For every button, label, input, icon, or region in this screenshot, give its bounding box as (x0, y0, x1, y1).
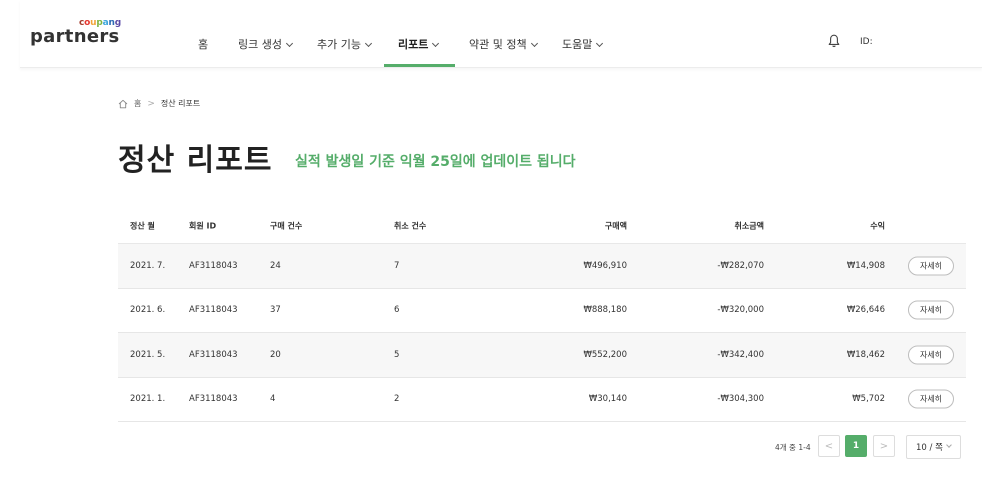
cell-purchase-count: 4 (270, 394, 276, 405)
bell-icon[interactable] (828, 34, 840, 48)
nav-item-help[interactable]: 도움말 (562, 36, 604, 52)
nav-item-label: 도움말 (562, 38, 593, 51)
cell-purchase-amount: ₩30,140 (588, 394, 627, 405)
nav-item-label: 추가 기능 (317, 38, 361, 51)
header-cancel-amount: 취소금액 (734, 221, 764, 230)
page-title: 정산 리포트 (118, 143, 273, 178)
breadcrumb: 홈 > 정산 리포트 (118, 98, 200, 109)
nav-item-label: 약관 및 정책 (469, 38, 527, 51)
table-row: 2021. 1. AF3118043 4 2 ₩30,140 -₩304,300… (118, 378, 966, 422)
chevron-down-icon (530, 39, 538, 48)
active-nav-indicator (384, 64, 455, 67)
detail-button[interactable]: 자세히 (908, 300, 954, 320)
header-member-id: 회원 ID (189, 221, 217, 230)
chevron-down-icon (285, 39, 294, 48)
nav-item-extra-features[interactable]: 추가 기능 (317, 36, 373, 52)
cell-cancel-count: 7 (394, 260, 400, 271)
top-header: coupang partners 홈 링크 생성 추가 기능 리포트 약관 및 … (20, 0, 982, 68)
chevron-down-icon (946, 442, 952, 448)
chevron-down-icon (432, 39, 440, 48)
pagination: 4개 중 1-4 < 1 > 10 / 쪽 (0, 435, 982, 459)
settlement-table: 정산 월 회원 ID 구매 건수 취소 건수 구매액 취소금액 수익 2021.… (118, 208, 966, 422)
cell-cancel-amount: -₩342,400 (717, 349, 764, 360)
header-purchase-count: 구매 건수 (270, 221, 303, 230)
cell-cancel-count: 2 (394, 394, 400, 405)
cell-member-id: AF3118043 (189, 305, 238, 316)
cell-profit: ₩5,702 (852, 394, 885, 405)
table-row: 2021. 7. AF3118043 24 7 ₩496,910 -₩282,0… (118, 244, 966, 289)
coupang-partners-logo[interactable]: coupang partners (30, 18, 121, 58)
prev-page-button[interactable]: < (818, 435, 840, 457)
table-row: 2021. 6. AF3118043 37 6 ₩888,180 -₩320,0… (118, 289, 966, 333)
cell-purchase-count: 20 (270, 349, 281, 360)
partners-wordmark: partners (30, 26, 120, 47)
nav-item-home[interactable]: 홈 (198, 36, 208, 52)
header-cancel-count: 취소 건수 (394, 221, 427, 230)
cell-cancel-count: 5 (394, 349, 400, 360)
cell-profit: ₩14,908 (846, 260, 885, 271)
cell-purchase-amount: ₩888,180 (583, 305, 627, 316)
detail-button[interactable]: 자세히 (908, 389, 954, 409)
nav-item-report[interactable]: 리포트 (398, 36, 440, 52)
page-size-select[interactable]: 10 / 쪽 (906, 435, 961, 459)
cell-profit: ₩26,646 (846, 305, 885, 316)
nav-item-label: 리포트 (398, 38, 429, 51)
cell-member-id: AF3118043 (189, 260, 238, 271)
cell-cancel-count: 6 (394, 305, 400, 316)
nav-item-terms-policy[interactable]: 약관 및 정책 (469, 36, 538, 52)
cell-purchase-count: 24 (270, 260, 281, 271)
page-size-value: 10 / 쪽 (916, 443, 943, 453)
cell-member-id: AF3118043 (189, 394, 238, 405)
nav-item-link-create[interactable]: 링크 생성 (238, 36, 294, 52)
page-subtitle: 실적 발생일 기준 익월 25일에 업데이트 됩니다 (295, 154, 576, 170)
breadcrumb-current: 정산 리포트 (160, 99, 201, 108)
cell-cancel-amount: -₩320,000 (717, 305, 764, 316)
cell-month: 2021. 7. (130, 260, 166, 271)
pagination-summary: 4개 중 1-4 (775, 443, 811, 452)
detail-button[interactable]: 자세히 (908, 256, 954, 276)
cell-member-id: AF3118043 (189, 349, 238, 360)
table-row: 2021. 5. AF3118043 20 5 ₩552,200 -₩342,4… (118, 333, 966, 378)
cell-month: 2021. 5. (130, 349, 166, 360)
page-1-button[interactable]: 1 (845, 435, 867, 457)
cell-purchase-count: 37 (270, 305, 281, 316)
header-profit: 수익 (870, 221, 885, 230)
cell-cancel-amount: -₩304,300 (717, 394, 764, 405)
cell-month: 2021. 6. (130, 305, 166, 316)
cell-cancel-amount: -₩282,070 (717, 260, 764, 271)
breadcrumb-separator: > (147, 98, 155, 109)
chevron-down-icon (596, 39, 604, 48)
nav-item-label: 링크 생성 (238, 38, 282, 51)
user-id-label[interactable]: ID: (860, 37, 873, 47)
cell-profit: ₩18,462 (846, 349, 885, 360)
breadcrumb-home[interactable]: 홈 (134, 98, 141, 109)
next-page-button[interactable]: > (873, 435, 895, 457)
chevron-down-icon (364, 39, 373, 48)
header-month: 정산 월 (130, 221, 155, 230)
detail-button[interactable]: 자세히 (908, 345, 954, 365)
nav-item-label: 홈 (198, 38, 209, 51)
table-header: 정산 월 회원 ID 구매 건수 취소 건수 구매액 취소금액 수익 (118, 208, 966, 244)
cell-month: 2021. 1. (130, 394, 166, 405)
cell-purchase-amount: ₩552,200 (583, 349, 627, 360)
header-purchase-amount: 구매액 (604, 221, 627, 230)
cell-purchase-amount: ₩496,910 (583, 260, 627, 271)
home-icon[interactable] (118, 99, 128, 109)
